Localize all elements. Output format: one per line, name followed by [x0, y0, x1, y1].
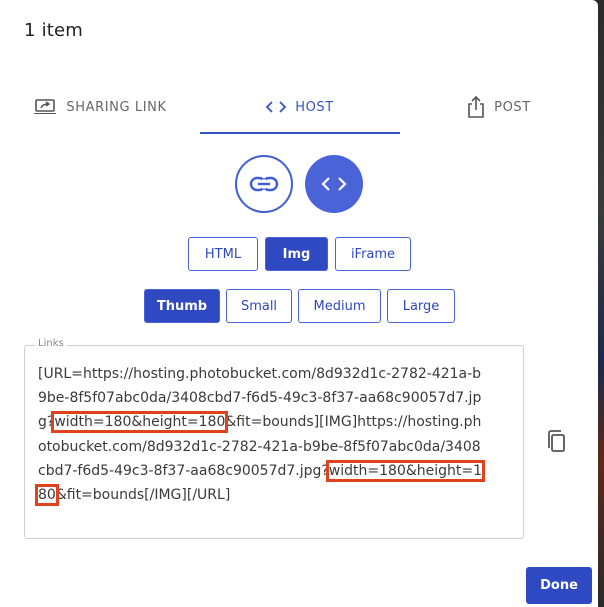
- dialog-title: 1 item: [24, 20, 84, 41]
- link-mode-button[interactable]: [235, 155, 293, 213]
- tab-host-label: HOST: [295, 99, 334, 115]
- highlighted-size-param: width=180&height=180: [51, 411, 229, 434]
- format-img-button[interactable]: Img: [265, 237, 328, 271]
- laptop-share-icon: [34, 99, 57, 114]
- copy-icon: [548, 430, 565, 452]
- links-field[interactable]: Links [URL=https://hosting.photobucket.c…: [24, 338, 524, 539]
- size-thumb-button[interactable]: Thumb: [144, 289, 220, 323]
- link-segment: &fit=bounds[/IMG][/URL]: [55, 487, 231, 504]
- size-small-button[interactable]: Small: [226, 289, 292, 323]
- link-icon: [249, 176, 279, 192]
- format-iframe-button[interactable]: iFrame: [335, 237, 411, 271]
- code-icon: [266, 101, 287, 113]
- copy-button[interactable]: [545, 430, 567, 454]
- links-text[interactable]: [URL=https://hosting.photobucket.com/8d9…: [34, 362, 486, 507]
- links-legend: Links: [35, 338, 67, 349]
- code-icon: [321, 177, 347, 191]
- tab-host[interactable]: HOST: [200, 80, 400, 134]
- tab-sharing-link-label: SHARING LINK: [66, 99, 167, 115]
- done-button[interactable]: Done: [526, 567, 592, 604]
- tab-sharing-link[interactable]: SHARING LINK: [0, 80, 200, 134]
- size-large-button[interactable]: Large: [387, 289, 455, 323]
- tab-bar: SHARING LINK HOST POST: [0, 80, 598, 136]
- format-html-button[interactable]: HTML: [188, 237, 258, 271]
- tab-post[interactable]: POST: [400, 80, 598, 134]
- active-tab-indicator: [200, 132, 400, 134]
- code-mode-button[interactable]: [305, 155, 363, 213]
- tab-post-label: POST: [494, 99, 531, 115]
- background-strip: [598, 0, 604, 607]
- size-medium-button[interactable]: Medium: [298, 289, 381, 323]
- host-dialog: 1 item SHARING LINK HOST POST HTML Img i…: [0, 0, 598, 607]
- share-upload-icon: [468, 96, 484, 118]
